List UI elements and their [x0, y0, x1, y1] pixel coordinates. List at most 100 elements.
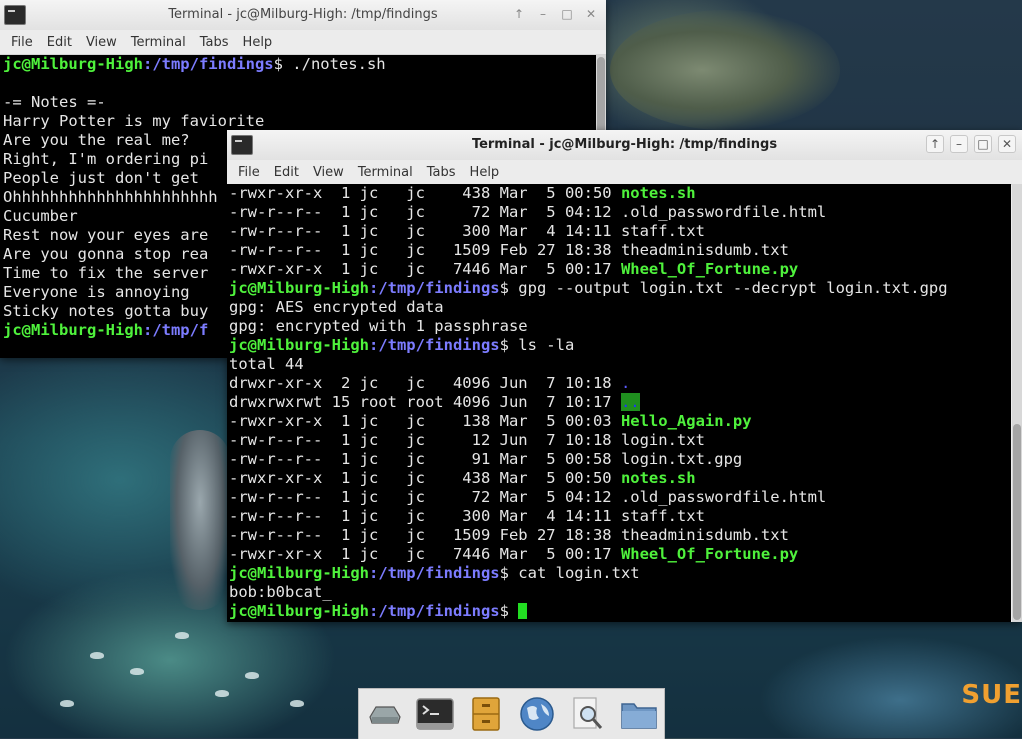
command-text: $: [499, 602, 519, 620]
terminal-line: -rwxr-xr-x 1 jc jc 138 Mar 5 00:03 Hello…: [229, 412, 1009, 431]
terminal-line: -rw-r--r-- 1 jc jc 1509 Feb 27 18:38 the…: [229, 526, 1009, 545]
file-name: .: [620, 374, 631, 392]
terminal-output[interactable]: -rwxr-xr-x 1 jc jc 438 Mar 5 00:50 notes…: [227, 184, 1011, 622]
menu-file[interactable]: File: [4, 35, 40, 50]
command-text: $ gpg --output login.txt --decrypt login…: [499, 279, 948, 297]
minimize-icon[interactable]: –: [950, 135, 968, 153]
file-name: staff.txt: [620, 222, 705, 240]
menu-terminal[interactable]: Terminal: [124, 35, 193, 50]
folder-icon[interactable]: [619, 694, 659, 734]
terminal-line: jc@Milburg-High:/tmp/findings$: [229, 602, 1009, 621]
menu-view[interactable]: View: [306, 165, 351, 180]
arrow-up-icon[interactable]: ↑: [510, 5, 528, 23]
menu-edit[interactable]: Edit: [267, 165, 306, 180]
close-icon[interactable]: ✕: [582, 5, 600, 23]
file-attributes: -rw-r--r-- 1 jc jc 1509 Feb 27 18:38: [229, 526, 621, 544]
file-attributes: -rw-r--r-- 1 jc jc 91 Mar 5 00:58: [229, 450, 621, 468]
file-attributes: -rwxr-xr-x 1 jc jc 7446 Mar 5 00:17: [229, 545, 621, 563]
file-name: staff.txt: [620, 507, 705, 525]
title-bar[interactable]: Terminal - jc@Milburg-High: /tmp/finding…: [227, 130, 1022, 160]
file-attributes: drwxrwxrwt 15 root root 4096 Jun 7 10:17: [229, 393, 621, 411]
maximize-icon[interactable]: □: [558, 5, 576, 23]
prompt-path: :/tmp/findings: [368, 336, 500, 354]
file-attributes: drwxr-xr-x 2 jc jc 4096 Jun 7 10:18: [229, 374, 621, 392]
wallpaper-mushroom: [90, 652, 104, 659]
terminal-line: -rw-r--r-- 1 jc jc 12 Jun 7 10:18 login.…: [229, 431, 1009, 450]
file-attributes: -rwxr-xr-x 1 jc jc 138 Mar 5 00:03: [229, 412, 621, 430]
terminal-line: jc@Milburg-High:/tmp/findings$ cat login…: [229, 564, 1009, 583]
terminal-line: drwxr-xr-x 2 jc jc 4096 Jun 7 10:18 .: [229, 374, 1009, 393]
file-attributes: -rw-r--r-- 1 jc jc 300 Mar 4 14:11: [229, 222, 621, 240]
menu-tabs[interactable]: Tabs: [193, 35, 236, 50]
file-attributes: -rwxr-xr-x 1 jc jc 7446 Mar 5 00:17: [229, 260, 621, 278]
file-name: login.txt.gpg: [620, 450, 743, 468]
dock: [358, 688, 665, 739]
file-attributes: -rw-r--r-- 1 jc jc 1509 Feb 27 18:38: [229, 241, 621, 259]
file-name: .old_passwordfile.html: [620, 203, 827, 221]
minimize-icon[interactable]: –: [534, 5, 552, 23]
search-icon[interactable]: [568, 694, 608, 734]
menu-edit[interactable]: Edit: [40, 35, 79, 50]
command-text: $ ./notes.sh: [273, 55, 386, 73]
wallpaper-mushroom: [130, 668, 144, 675]
terminal-line: drwxrwxrwt 15 root root 4096 Jun 7 10:17…: [229, 393, 1009, 412]
file-name: Hello_Again.py: [620, 412, 752, 430]
terminal-line: -rw-r--r-- 1 jc jc 72 Mar 5 04:12 .old_p…: [229, 488, 1009, 507]
wallpaper-mushroom: [60, 700, 74, 707]
close-icon[interactable]: ✕: [998, 135, 1016, 153]
terminal-line: -rwxr-xr-x 1 jc jc 7446 Mar 5 00:17 Whee…: [229, 260, 1009, 279]
menu-help[interactable]: Help: [463, 165, 507, 180]
menu-view[interactable]: View: [79, 35, 124, 50]
menu-bar: File Edit View Terminal Tabs Help: [0, 30, 606, 55]
terminal-line: -rwxr-xr-x 1 jc jc 438 Mar 5 00:50 notes…: [229, 469, 1009, 488]
web-browser-icon[interactable]: [517, 694, 557, 734]
file-attributes: -rwxr-xr-x 1 jc jc 438 Mar 5 00:50: [229, 184, 621, 202]
file-attributes: -rw-r--r-- 1 jc jc 300 Mar 4 14:11: [229, 507, 621, 525]
menu-tabs[interactable]: Tabs: [420, 165, 463, 180]
arrow-up-icon[interactable]: ↑: [926, 135, 944, 153]
file-name: notes.sh: [620, 184, 696, 202]
maximize-icon[interactable]: □: [974, 135, 992, 153]
prompt-path: :/tmp/findings: [368, 279, 500, 297]
terminal-line: bob:b0bcat_: [229, 583, 332, 601]
file-attributes: -rwxr-xr-x 1 jc jc 438 Mar 5 00:50: [229, 469, 621, 487]
prompt-path: :/tmp/findings: [368, 602, 500, 620]
wallpaper-creature: [610, 10, 840, 130]
terminal-line: total 44: [229, 355, 304, 373]
file-name: theadminisdumb.txt: [620, 241, 789, 259]
file-name: ..: [620, 393, 640, 411]
file-attributes: -rw-r--r-- 1 jc jc 72 Mar 5 04:12: [229, 203, 621, 221]
title-bar[interactable]: Terminal - jc@Milburg-High: /tmp/finding…: [0, 0, 606, 30]
prompt-path: :/tmp/f: [142, 321, 209, 339]
file-name: Wheel_Of_Fortune.py: [620, 260, 799, 278]
prompt-path: :/tmp/findings: [142, 55, 274, 73]
menu-terminal[interactable]: Terminal: [351, 165, 420, 180]
drive-icon[interactable]: [364, 694, 404, 734]
menu-file[interactable]: File: [231, 165, 267, 180]
wallpaper-robot: [170, 430, 230, 610]
terminal-line: jc@Milburg-High:/tmp/findings$ ./notes.s…: [3, 55, 599, 74]
wallpaper-mushroom: [215, 690, 229, 697]
scrollbar[interactable]: [1012, 184, 1022, 622]
file-name: login.txt: [620, 431, 705, 449]
terminal-line: gpg: encrypted with 1 passphrase: [229, 317, 528, 335]
terminal-line: -rwxr-xr-x 1 jc jc 438 Mar 5 00:50 notes…: [229, 184, 1009, 203]
file-name: theadminisdumb.txt: [620, 526, 789, 544]
terminal-icon[interactable]: [415, 694, 455, 734]
terminal-line: jc@Milburg-High:/tmp/findings$ gpg --out…: [229, 279, 1009, 298]
cursor: [518, 603, 528, 619]
prompt-path: :/tmp/findings: [368, 564, 500, 582]
menu-help[interactable]: Help: [236, 35, 280, 50]
terminal-window-front[interactable]: Terminal - jc@Milburg-High: /tmp/finding…: [227, 130, 1022, 622]
wallpaper-mushroom: [245, 672, 259, 679]
terminal-line: gpg: AES encrypted data: [229, 298, 444, 316]
wallpaper-text: SUE: [961, 680, 1022, 710]
wallpaper-mushroom: [175, 632, 189, 639]
file-cabinet-icon[interactable]: [466, 694, 506, 734]
terminal-line: -rw-r--r-- 1 jc jc 300 Mar 4 14:11 staff…: [229, 507, 1009, 526]
terminal-line: -rw-r--r-- 1 jc jc 72 Mar 5 04:12 .old_p…: [229, 203, 1009, 222]
window-title: Terminal - jc@Milburg-High: /tmp/finding…: [471, 137, 778, 152]
prompt-user: jc@Milburg-High: [3, 321, 143, 339]
terminal-line: -rw-r--r-- 1 jc jc 91 Mar 5 00:58 login.…: [229, 450, 1009, 469]
